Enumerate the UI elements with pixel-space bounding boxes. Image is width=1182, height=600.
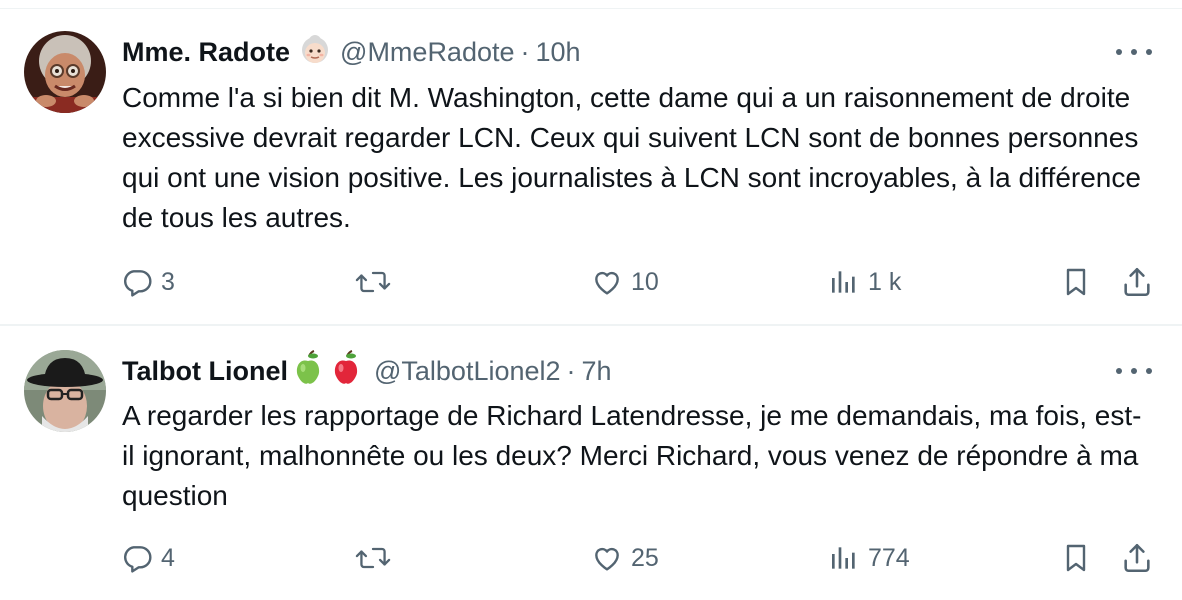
tweet-text: A regarder les rapportage de Richard Lat… — [122, 400, 1142, 511]
more-icon[interactable] — [1116, 42, 1152, 62]
retweet-button[interactable] — [355, 538, 399, 578]
like-button[interactable]: 25 — [591, 538, 659, 578]
handle[interactable]: @TalbotLionel2 — [374, 356, 561, 387]
timestamp[interactable]: 10h — [536, 37, 581, 68]
views-button[interactable]: 1 k — [828, 262, 901, 302]
retweet-icon — [355, 271, 391, 293]
heart-icon — [595, 271, 619, 295]
retweet-icon — [355, 547, 391, 569]
reply-count: 3 — [161, 267, 175, 296]
tweet-header: Talbot Lionel @TalbotLionel2 · 7h — [122, 349, 612, 393]
reply-icon — [124, 546, 152, 573]
tweet-header: Mme. Radote @MmeRadote · 10h — [122, 32, 581, 72]
apples-emoji-icon — [296, 349, 358, 384]
share-button[interactable] — [1120, 538, 1154, 578]
separator: · — [566, 355, 576, 386]
like-count: 10 — [631, 267, 659, 296]
display-name[interactable]: Talbot Lionel — [122, 356, 288, 387]
reply-button[interactable]: 3 — [121, 262, 175, 302]
reply-count: 4 — [161, 543, 175, 572]
share-icon — [1124, 267, 1150, 297]
action-bar: 4 25 774 — [0, 538, 1182, 578]
timestamp[interactable]: 7h — [582, 356, 612, 387]
avatar[interactable] — [24, 350, 106, 432]
old-woman-emoji-icon — [302, 34, 329, 63]
separator: · — [520, 36, 530, 67]
more-icon[interactable] — [1116, 361, 1152, 381]
share-button[interactable] — [1120, 262, 1154, 302]
tweet[interactable]: Mme. Radote @MmeRadote · 10h Comme l'a s… — [0, 0, 1182, 324]
avatar[interactable] — [24, 31, 106, 113]
display-name[interactable]: Mme. Radote — [122, 37, 290, 68]
retweet-button[interactable] — [355, 262, 399, 302]
views-icon — [832, 271, 855, 293]
reply-icon — [124, 270, 152, 297]
name-emoji — [292, 349, 366, 393]
like-count: 25 — [631, 543, 659, 572]
heart-icon — [595, 547, 619, 571]
views-count: 1 k — [868, 267, 902, 296]
share-icon — [1124, 543, 1150, 573]
views-count: 774 — [868, 543, 910, 572]
reply-button[interactable]: 4 — [121, 538, 175, 578]
bookmark-icon — [1066, 544, 1086, 572]
views-icon — [832, 547, 855, 569]
name-emoji — [298, 32, 332, 73]
bookmark-icon — [1066, 268, 1086, 296]
tweet[interactable]: Talbot Lionel @TalbotLionel2 · 7h A rega… — [0, 326, 1182, 600]
bookmark-button[interactable] — [1060, 262, 1092, 302]
bookmark-button[interactable] — [1060, 538, 1092, 578]
views-button[interactable]: 774 — [828, 538, 910, 578]
tweet-text: Comme l'a si bien dit M. Washington, cet… — [122, 82, 1141, 233]
like-button[interactable]: 10 — [591, 262, 659, 302]
action-bar: 3 10 1 k — [0, 262, 1182, 302]
handle[interactable]: @MmeRadote — [340, 37, 514, 68]
